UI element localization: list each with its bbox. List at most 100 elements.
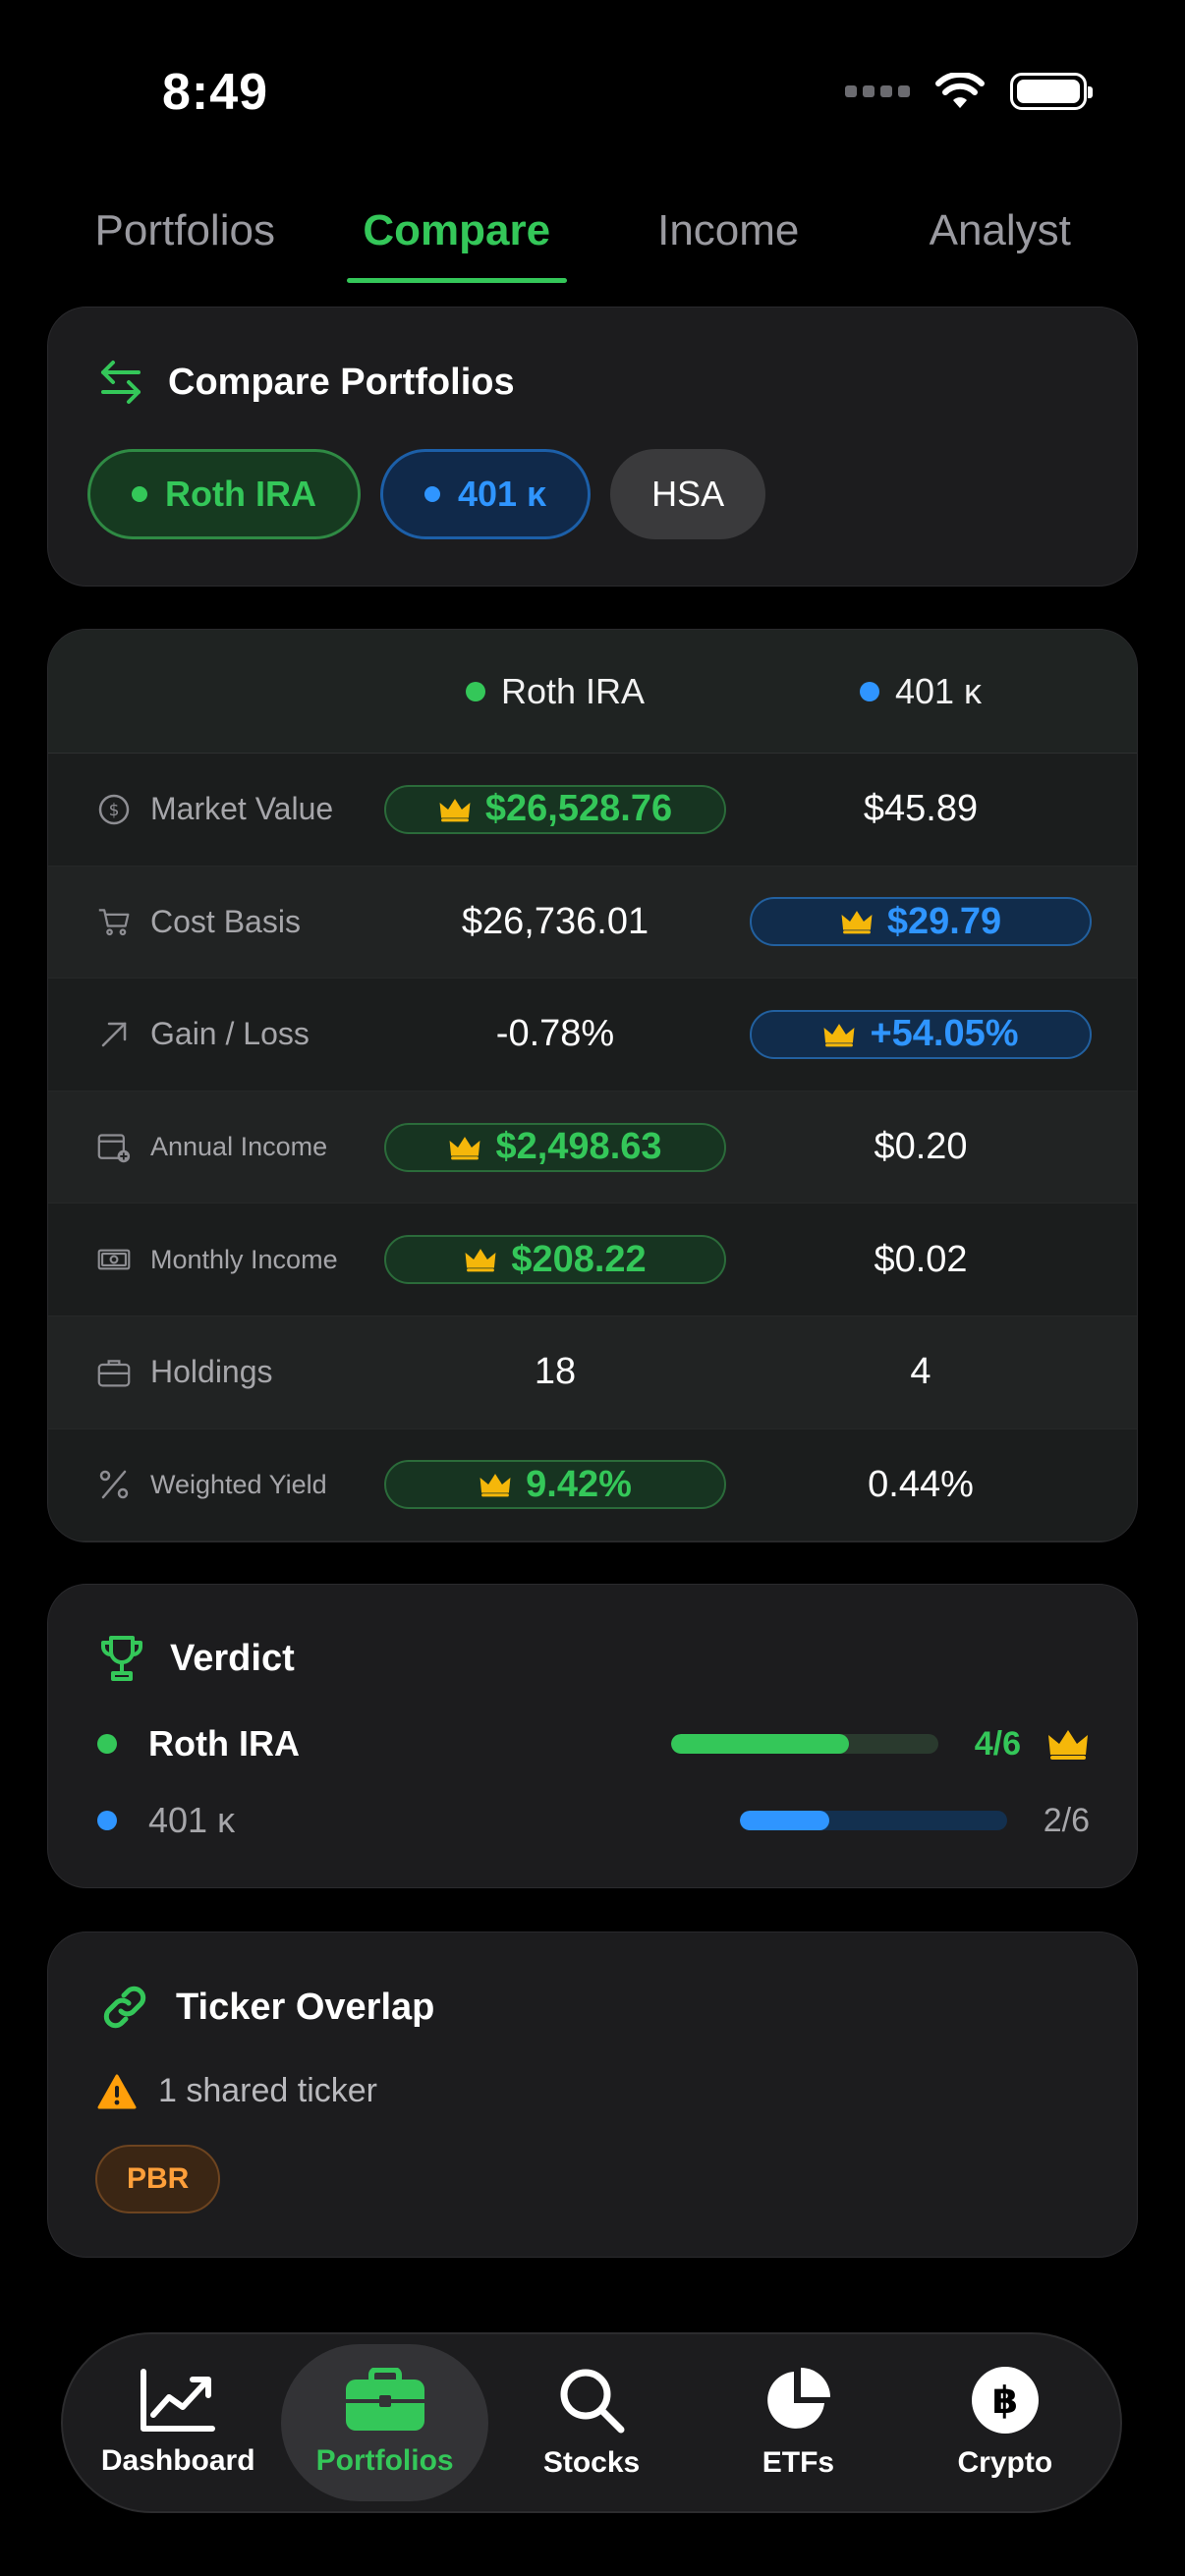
row-label-text: Weighted Yield xyxy=(150,1469,327,1499)
verdict-row-401k: 401 κ 2/6 xyxy=(97,1796,1090,1845)
verdict-progress-bar xyxy=(740,1811,1007,1830)
ticker-overlap-card: Ticker Overlap 1 shared ticker PBR xyxy=(47,1932,1138,2258)
search-icon xyxy=(560,2369,625,2434)
crown-icon xyxy=(823,1024,855,1047)
top-tabs: Portfolios Compare Income Analyst xyxy=(49,187,1136,285)
crown-icon xyxy=(450,1136,480,1159)
nav-stocks[interactable]: Stocks xyxy=(488,2344,695,2501)
row-label: Annual Income xyxy=(48,1131,372,1164)
svg-text:฿: ฿ xyxy=(992,2379,1018,2422)
portfolio-chips: Roth IRA 401 κ HSA xyxy=(87,449,766,539)
table-row: Annual Income $2,498.63 $0.20 xyxy=(48,1091,1137,1204)
dollar-circle-icon: $ xyxy=(97,793,131,826)
winner-value-pill: 9.42% xyxy=(384,1460,726,1510)
verdict-score: 2/6 xyxy=(1043,1801,1090,1839)
cell-value: $2,498.63 xyxy=(495,1126,662,1168)
table-row: Cost Basis $26,736.01 $29.79 xyxy=(48,866,1137,980)
cell-value: $0.02 xyxy=(874,1238,968,1280)
column-header-401k: 401 κ xyxy=(859,670,983,712)
cell-value: 9.42% xyxy=(526,1463,632,1505)
table-row: Monthly Income $208.22 $0.02 xyxy=(48,1204,1137,1316)
verdict-name: Roth IRA xyxy=(148,1723,300,1764)
cell-value: $0.20 xyxy=(874,1126,968,1168)
crown-icon xyxy=(480,1474,511,1497)
trophy-icon xyxy=(101,1636,142,1681)
row-label: Holdings xyxy=(48,1354,372,1390)
overlap-title: Ticker Overlap xyxy=(176,1986,435,2028)
comparison-table: Roth IRA 401 κ $ Market Value $26,528.76 $4… xyxy=(47,629,1138,1542)
blue-dot xyxy=(423,486,440,502)
cart-icon xyxy=(97,905,131,938)
compare-header: Compare Portfolios xyxy=(97,359,515,406)
row-label-text: Monthly Income xyxy=(150,1244,338,1274)
chip-label: 401 κ xyxy=(457,474,547,514)
row-label: $ Market Value xyxy=(48,791,372,827)
cell-value: -0.78% xyxy=(495,1013,615,1055)
row-label: Weighted Yield xyxy=(48,1468,372,1501)
verdict-score: 4/6 xyxy=(974,1724,1021,1763)
table-row: $ Market Value $26,528.76 $45.89 xyxy=(48,754,1137,867)
cell-value: $208.22 xyxy=(511,1238,647,1280)
column-label: 401 κ xyxy=(894,670,983,711)
table-row: Holdings 18 4 xyxy=(48,1316,1137,1429)
verdict-title: Verdict xyxy=(170,1637,295,1679)
nav-label: Portfolios xyxy=(315,2444,454,2477)
arrow-up-right-icon xyxy=(97,1018,131,1051)
column-label: Roth IRA xyxy=(500,670,646,711)
verdict-header: Verdict xyxy=(99,1634,295,1683)
percent-icon xyxy=(97,1468,131,1501)
compare-title: Compare Portfolios xyxy=(168,361,515,403)
table-row: Weighted Yield 9.42% 0.44% xyxy=(48,1428,1137,1541)
green-dot xyxy=(465,681,485,701)
tab-portfolios[interactable]: Portfolios xyxy=(49,187,321,285)
row-label-text: Market Value xyxy=(150,791,334,827)
status-bar: 8:49 xyxy=(0,0,1185,177)
row-label: Gain / Loss xyxy=(48,1016,372,1052)
winner-value-pill: $26,528.76 xyxy=(384,784,726,834)
cell-value: $45.89 xyxy=(863,788,979,830)
nav-etfs[interactable]: ETFs xyxy=(695,2344,901,2501)
tab-compare[interactable]: Compare xyxy=(321,187,593,285)
nav-label: Dashboard xyxy=(100,2444,255,2477)
nav-crypto[interactable]: ฿ Crypto xyxy=(902,2344,1108,2501)
tab-analyst[interactable]: Analyst xyxy=(865,187,1137,285)
nav-label: Stocks xyxy=(542,2446,641,2479)
overlap-warning-text: 1 shared ticker xyxy=(158,2072,377,2109)
table-body: $ Market Value $26,528.76 $45.89 Cost Basis $… xyxy=(48,754,1137,1541)
nav-dashboard[interactable]: Dashboard xyxy=(75,2344,281,2501)
chip-401k[interactable]: 401 κ xyxy=(379,449,592,539)
winner-value-pill: $29.79 xyxy=(750,897,1092,947)
wifi-icon xyxy=(935,73,985,108)
winner-value-pill: $2,498.63 xyxy=(384,1122,726,1172)
svg-text:$: $ xyxy=(109,801,120,820)
nav-portfolios[interactable]: Portfolios xyxy=(281,2344,488,2501)
row-label: Cost Basis xyxy=(48,904,372,940)
cell-value: 0.44% xyxy=(868,1463,974,1505)
cell-value: +54.05% xyxy=(870,1013,1019,1055)
chip-roth-ira[interactable]: Roth IRA xyxy=(87,449,361,539)
compare-portfolios-card: Compare Portfolios Roth IRA 401 κ HSA xyxy=(47,307,1138,587)
cell-value: 18 xyxy=(534,1351,577,1393)
status-time: 8:49 xyxy=(162,64,269,121)
verdict-progress-bar xyxy=(671,1734,938,1754)
tab-income[interactable]: Income xyxy=(592,187,865,285)
row-label-text: Gain / Loss xyxy=(150,1016,310,1052)
blue-dot xyxy=(859,681,879,701)
swap-arrows-icon xyxy=(101,361,141,404)
chart-line-icon xyxy=(141,2369,216,2432)
crown-icon xyxy=(1048,1730,1088,1760)
cellular-signal-icon xyxy=(845,85,910,97)
crown-icon xyxy=(465,1249,496,1272)
pie-chart-icon xyxy=(767,2368,831,2429)
row-label-text: Annual Income xyxy=(150,1132,328,1162)
overlap-header: Ticker Overlap xyxy=(99,1982,434,2033)
verdict-row-roth-ira: Roth IRA 4/6 xyxy=(97,1719,1090,1768)
ticker-chip-pbr[interactable]: PBR xyxy=(95,2145,221,2213)
table-row: Gain / Loss -0.78% +54.05% xyxy=(48,979,1137,1092)
chip-hsa[interactable]: HSA xyxy=(610,449,766,539)
green-dot xyxy=(132,486,147,502)
cell-value: $26,736.01 xyxy=(461,900,649,942)
green-dot xyxy=(97,1734,117,1754)
verdict-card: Verdict Roth IRA 4/6 401 κ 2/6 xyxy=(47,1584,1138,1888)
chip-label: Roth IRA xyxy=(165,474,316,514)
